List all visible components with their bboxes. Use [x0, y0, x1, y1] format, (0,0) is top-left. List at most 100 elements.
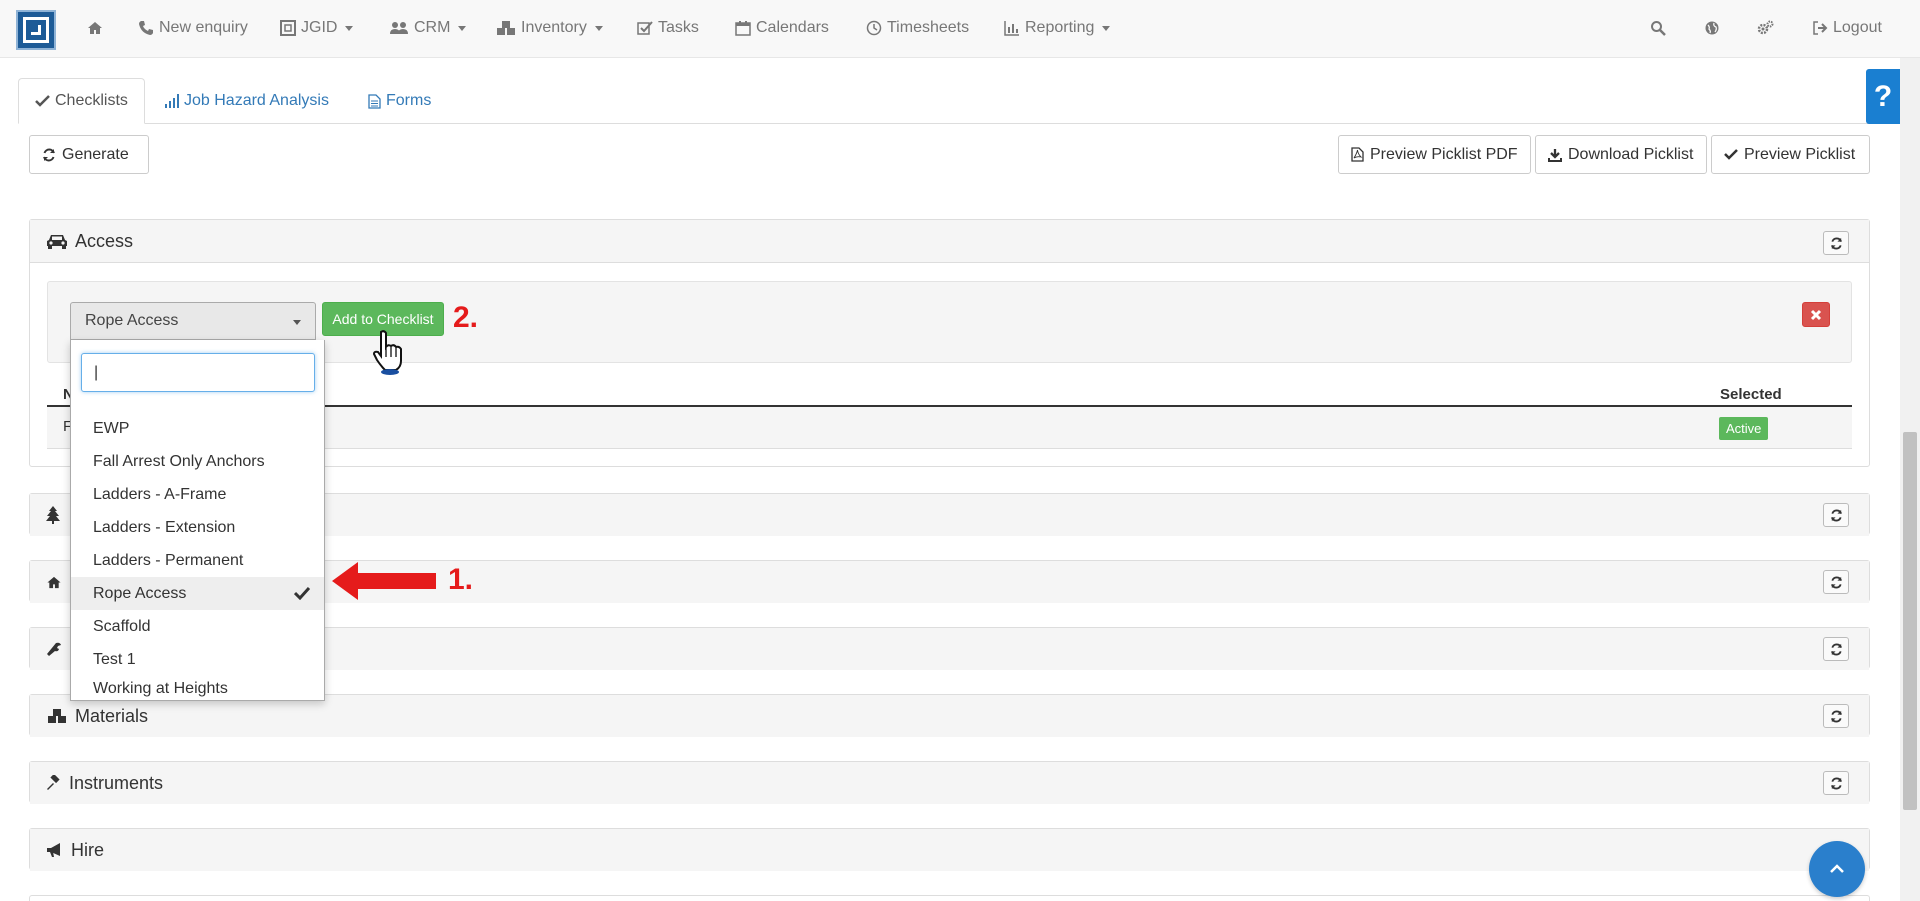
dropdown-search-input[interactable] [81, 353, 315, 392]
building-refresh-button[interactable] [1823, 570, 1849, 594]
scrollbar-thumb[interactable] [1903, 432, 1917, 810]
nav-search[interactable] [1650, 17, 1666, 39]
nav-globe[interactable] [1704, 17, 1720, 39]
wrench-icon [47, 642, 61, 656]
file-icon [368, 93, 381, 109]
check-square-icon [637, 21, 653, 35]
access-panel-title: Access [75, 230, 134, 251]
help-button[interactable]: ? [1866, 69, 1900, 124]
signal-icon [165, 94, 179, 108]
nav-home[interactable] [87, 17, 103, 39]
refresh-icon [1830, 237, 1842, 249]
tab-job-hazard-analysis-label: Job Hazard Analysis [184, 92, 329, 109]
dropdown-option-fall-arrest[interactable]: Fall Arrest Only Anchors [71, 445, 324, 478]
next-panel [29, 895, 1870, 901]
dropdown-option-ladders-permanent[interactable]: Ladders - Permanent [71, 544, 324, 577]
check-icon [35, 95, 50, 107]
nav-new-enquiry[interactable]: New enquiry [138, 17, 248, 39]
annotation-step-1: 1. [448, 563, 474, 596]
instruments-panel-title: Instruments [69, 772, 164, 793]
nav-calendars-label: Calendars [756, 19, 829, 36]
dropdown-option-scaffold[interactable]: Scaffold [71, 610, 324, 643]
home-icon [88, 22, 102, 34]
download-picklist-label: Download Picklist [1568, 145, 1694, 163]
vegetation-refresh-button[interactable] [1823, 503, 1849, 527]
phone-icon [139, 21, 153, 35]
preview-picklist-pdf-label: Preview Picklist PDF [1370, 145, 1518, 163]
nav-crm[interactable]: CRM [389, 17, 467, 39]
car-icon [47, 235, 67, 249]
access-refresh-button[interactable] [1823, 231, 1849, 255]
nav-reporting[interactable]: Reporting [1004, 17, 1111, 39]
nav-calendars[interactable]: Calendars [735, 17, 829, 39]
tab-checklists[interactable]: Checklists [18, 78, 145, 124]
annotation-arrow-icon [332, 562, 436, 600]
nav-jgid[interactable]: JGID [280, 17, 354, 39]
hire-panel: Hire [29, 828, 1870, 871]
dropdown-option-ewp[interactable]: EWP [71, 412, 324, 445]
refresh-icon [1830, 710, 1842, 722]
dropdown-option-working-at-heights[interactable]: Working at Heights [71, 676, 324, 701]
hire-panel-title: Hire [71, 839, 105, 860]
check-icon [294, 586, 310, 600]
app-logo[interactable] [16, 10, 56, 50]
generate-button[interactable]: Generate [29, 135, 149, 174]
clock-icon [866, 20, 882, 36]
scroll-to-top-button[interactable] [1809, 841, 1865, 897]
close-icon [1810, 309, 1822, 320]
cubes-icon [497, 21, 515, 35]
check-icon [1724, 149, 1738, 160]
preview-picklist-button[interactable]: Preview Picklist [1711, 135, 1870, 174]
chevron-up-icon [1830, 864, 1844, 873]
home-icon [47, 576, 61, 588]
tree-icon [46, 506, 60, 524]
tab-checklists-label: Checklists [55, 92, 128, 109]
globe-icon [1705, 21, 1719, 35]
instruments-panel-header[interactable]: Instruments [30, 762, 1869, 804]
hire-panel-header[interactable]: Hire [30, 829, 1869, 871]
materials-panel-header[interactable]: Materials [30, 695, 1869, 737]
checklist-select-value: Rope Access [85, 312, 179, 329]
remove-button[interactable] [1802, 302, 1830, 327]
nav-timesheets[interactable]: Timesheets [866, 17, 969, 39]
preview-picklist-pdf-button[interactable]: Preview Picklist PDF [1338, 135, 1531, 174]
refresh-icon [43, 148, 55, 161]
download-picklist-button[interactable]: Download Picklist [1535, 135, 1707, 174]
nav-reporting-label: Reporting [1025, 19, 1095, 36]
instruments-panel: Instruments [29, 761, 1870, 804]
bullhorn-icon [47, 843, 60, 857]
nav-new-enquiry-label: New enquiry [159, 19, 248, 36]
refresh-icon [1830, 509, 1842, 521]
nav-inventory[interactable]: Inventory [496, 17, 603, 39]
nav-logout[interactable]: Logout [1812, 17, 1882, 39]
tools-refresh-button[interactable] [1823, 637, 1849, 661]
dropdown-option-test-1[interactable]: Test 1 [71, 643, 324, 676]
annotation-step-2: 2. [453, 301, 479, 334]
users-icon [390, 22, 408, 34]
checklist-select[interactable]: Rope Access [70, 302, 316, 340]
dropdown-option-ladders-a-frame[interactable]: Ladders - A-Frame [71, 478, 324, 511]
download-icon [1548, 148, 1562, 162]
tab-forms[interactable]: Forms [352, 78, 447, 124]
nav-tasks[interactable]: Tasks [637, 17, 699, 39]
nav-settings[interactable] [1756, 17, 1774, 39]
dropdown-option-rope-access[interactable]: Rope Access [71, 577, 324, 610]
access-panel-header[interactable]: Access [30, 220, 1869, 263]
refresh-icon [1830, 777, 1842, 789]
dropdown-option-rope-access-label: Rope Access [93, 584, 187, 602]
generate-label: Generate [62, 145, 129, 163]
chevron-down-icon [293, 320, 301, 325]
cubes-icon [48, 709, 66, 723]
nav-inventory-label: Inventory [521, 19, 587, 36]
chevron-down-icon [345, 25, 354, 31]
refresh-icon [1830, 643, 1842, 655]
materials-refresh-button[interactable] [1823, 704, 1849, 728]
nav-tasks-label: Tasks [658, 19, 699, 36]
sign-out-icon [1813, 21, 1828, 35]
dropdown-option-ladders-extension[interactable]: Ladders - Extension [71, 511, 324, 544]
tab-forms-label: Forms [386, 92, 432, 109]
tab-job-hazard-analysis[interactable]: Job Hazard Analysis [149, 78, 345, 124]
instruments-refresh-button[interactable] [1823, 771, 1849, 795]
chevron-down-icon [1102, 25, 1111, 31]
nav-crm-label: CRM [414, 19, 451, 36]
